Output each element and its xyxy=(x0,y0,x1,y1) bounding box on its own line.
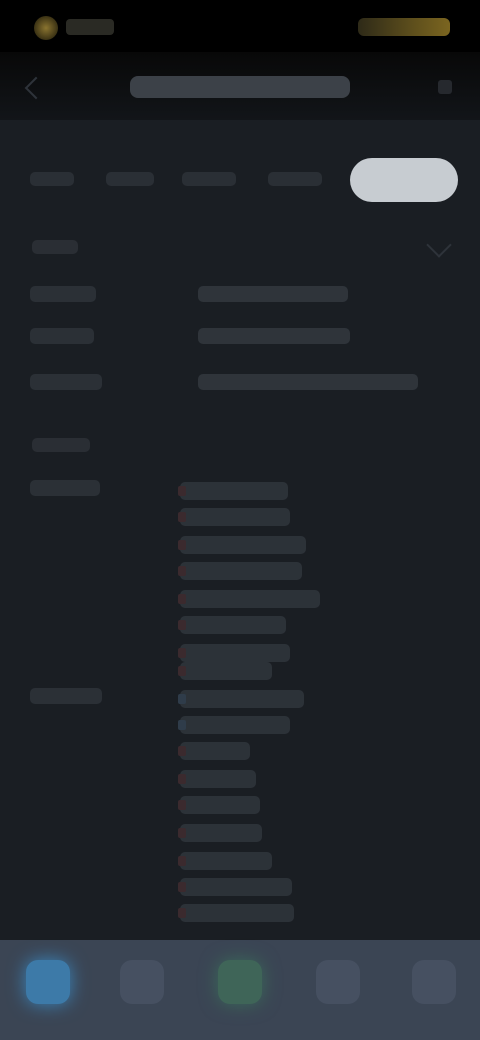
section-heading xyxy=(32,438,90,452)
field-value xyxy=(198,286,348,302)
list-item[interactable] xyxy=(178,616,286,634)
brand-name xyxy=(66,19,114,35)
list-item[interactable] xyxy=(178,482,288,500)
chart-icon[interactable] xyxy=(316,960,360,1004)
group-label xyxy=(30,480,100,496)
screen-title xyxy=(130,76,350,98)
group-label xyxy=(30,688,102,704)
app-logo-icon xyxy=(34,16,58,40)
home-icon[interactable] xyxy=(26,960,70,1004)
list-item[interactable] xyxy=(178,824,262,842)
bottom-nav xyxy=(0,940,480,1040)
status-bar xyxy=(0,0,480,52)
section-heading xyxy=(32,240,78,254)
list-item[interactable] xyxy=(178,770,256,788)
tab-bar xyxy=(0,150,480,216)
list-item[interactable] xyxy=(178,644,290,662)
account-badge-icon[interactable] xyxy=(358,18,450,36)
list-item[interactable] xyxy=(178,562,302,580)
list-item[interactable] xyxy=(178,796,260,814)
list-item[interactable] xyxy=(178,536,306,554)
list-item[interactable] xyxy=(178,742,250,760)
list-item[interactable] xyxy=(178,508,290,526)
list-item[interactable] xyxy=(178,590,320,608)
list-icon[interactable] xyxy=(120,960,164,1004)
chevron-left-icon[interactable] xyxy=(24,76,48,100)
list-item[interactable] xyxy=(178,662,272,680)
field-label xyxy=(30,328,94,344)
field-value xyxy=(198,328,350,344)
tab-4[interactable] xyxy=(268,172,322,186)
field-label xyxy=(30,286,96,302)
list-item[interactable] xyxy=(178,852,272,870)
profile-icon[interactable] xyxy=(412,960,456,1004)
field-value xyxy=(198,374,418,390)
more-icon[interactable] xyxy=(438,80,452,94)
list-item[interactable] xyxy=(178,690,304,708)
action-icon[interactable] xyxy=(218,960,262,1004)
tab-5-active[interactable] xyxy=(350,158,458,202)
title-bar xyxy=(0,52,480,120)
tab-2[interactable] xyxy=(106,172,154,186)
list-item[interactable] xyxy=(178,878,292,896)
list-item[interactable] xyxy=(178,904,294,922)
list-item[interactable] xyxy=(178,716,290,734)
tab-1[interactable] xyxy=(30,172,74,186)
tab-3[interactable] xyxy=(182,172,236,186)
field-label xyxy=(30,374,102,390)
chevron-down-icon[interactable] xyxy=(426,232,452,258)
